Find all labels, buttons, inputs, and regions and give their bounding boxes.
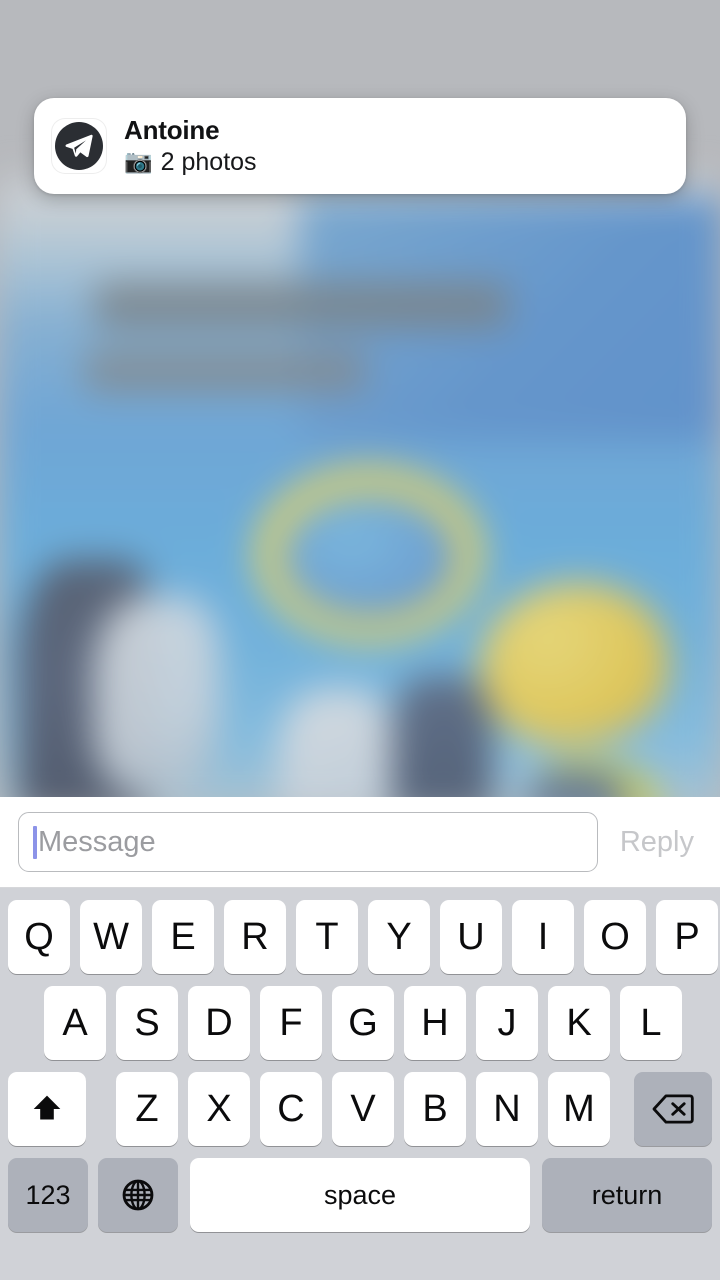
key-z[interactable]: Z: [116, 1072, 178, 1146]
notification-text: Antoine 📷 2 photos: [124, 116, 257, 175]
shift-arrow-icon: [33, 1095, 61, 1120]
key-k[interactable]: K: [548, 986, 610, 1060]
shift-key[interactable]: [8, 1072, 86, 1146]
notification-banner[interactable]: Antoine 📷 2 photos: [34, 98, 686, 194]
key-l[interactable]: L: [620, 986, 682, 1060]
text-caret: [33, 825, 37, 859]
key-u[interactable]: U: [440, 900, 502, 974]
photo-figure-middle: [278, 688, 395, 797]
message-input[interactable]: Message: [18, 812, 598, 872]
globe-language-icon: [122, 1179, 154, 1211]
return-key[interactable]: return: [542, 1158, 712, 1232]
notification-body: 📷 2 photos: [124, 148, 257, 176]
reply-button[interactable]: Reply: [620, 827, 694, 857]
keyboard-row-4: 123 space return: [0, 1152, 720, 1238]
key-h[interactable]: H: [404, 986, 466, 1060]
keyboard-row-2: ASDFGHJKL: [0, 980, 720, 1066]
key-x[interactable]: X: [188, 1072, 250, 1146]
key-y[interactable]: Y: [368, 900, 430, 974]
photo-ring-center: [281, 495, 457, 618]
inline-reply-bar: Message Reply: [0, 797, 720, 888]
blurred-photo: [0, 177, 720, 797]
key-i[interactable]: I: [512, 900, 574, 974]
paper-plane-icon: [55, 122, 103, 170]
notification-title: Antoine: [124, 115, 220, 146]
keyboard-row-3: ZXCVBNM: [0, 1066, 720, 1152]
key-s[interactable]: S: [116, 986, 178, 1060]
key-c[interactable]: C: [260, 1072, 322, 1146]
globe-key[interactable]: [98, 1158, 178, 1232]
backspace-delete-icon: [652, 1094, 694, 1124]
backspace-key[interactable]: [634, 1072, 712, 1146]
key-n[interactable]: N: [476, 1072, 538, 1146]
key-f[interactable]: F: [260, 986, 322, 1060]
camera-icon: 📷: [124, 148, 153, 175]
key-b[interactable]: B: [404, 1072, 466, 1146]
key-m[interactable]: M: [548, 1072, 610, 1146]
key-p[interactable]: P: [656, 900, 718, 974]
space-key[interactable]: space: [190, 1158, 530, 1232]
key-o[interactable]: O: [584, 900, 646, 974]
key-e[interactable]: E: [152, 900, 214, 974]
keyboard-row-1: QWERTYUIOP: [0, 894, 720, 980]
photo-text-block-2: [84, 349, 366, 393]
key-t[interactable]: T: [296, 900, 358, 974]
photo-text-block-1: [95, 281, 509, 329]
key-r[interactable]: R: [224, 900, 286, 974]
key-v[interactable]: V: [332, 1072, 394, 1146]
key-q[interactable]: Q: [8, 900, 70, 974]
numbers-key[interactable]: 123: [8, 1158, 88, 1232]
telegram-app-icon: [52, 119, 106, 173]
photo-figure-left-highlight: [92, 596, 221, 797]
phone-screen: Antoine 📷 2 photos Message Reply QWERTYU…: [0, 0, 720, 1280]
key-w[interactable]: W: [80, 900, 142, 974]
key-a[interactable]: A: [44, 986, 106, 1060]
key-j[interactable]: J: [476, 986, 538, 1060]
notification-body-text: 2 photos: [160, 147, 257, 176]
key-d[interactable]: D: [188, 986, 250, 1060]
message-placeholder: Message: [38, 825, 156, 858]
photo-figure-middle-2: [391, 676, 493, 797]
on-screen-keyboard: QWERTYUIOP ASDFGHJKL ZXCVBNM 123 space r…: [0, 888, 720, 1280]
key-g[interactable]: G: [332, 986, 394, 1060]
